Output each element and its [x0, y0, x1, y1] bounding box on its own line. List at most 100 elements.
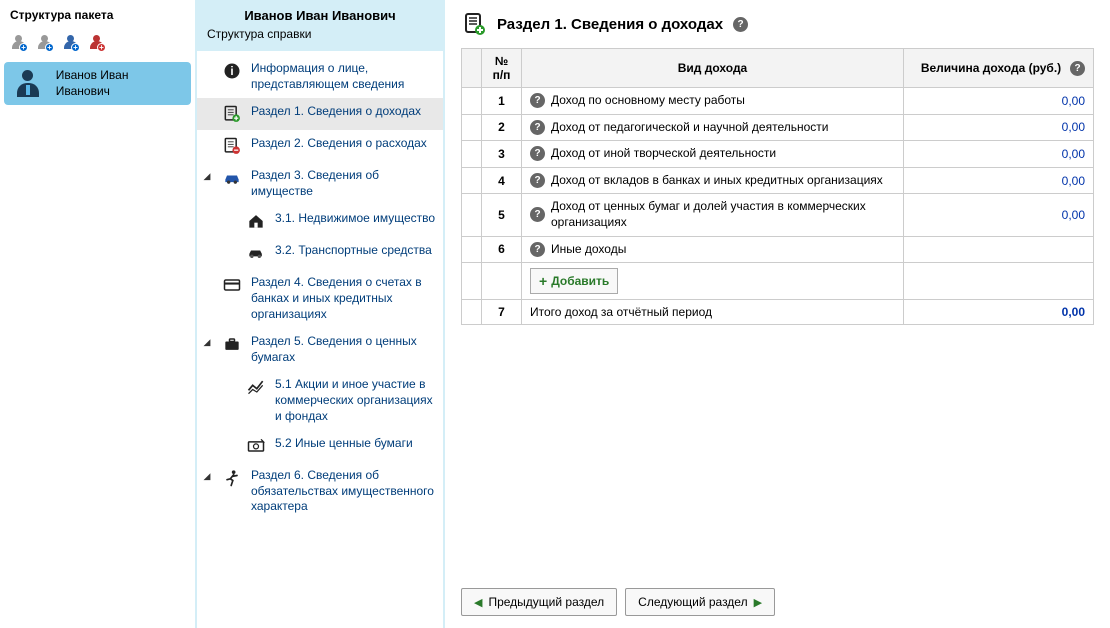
tree-item-label: Раздел 5. Сведения о ценных бумагах: [251, 334, 439, 365]
row-amount[interactable]: 0,00: [904, 167, 1094, 194]
table-row[interactable]: 5?Доход от ценных бумаг и долей участия …: [462, 194, 1094, 236]
tree-arrow-icon: ◢: [201, 334, 213, 348]
row-num: 3: [482, 141, 522, 168]
tree-item-label: Раздел 1. Сведения о доходах: [251, 104, 421, 120]
row-type: ?Иные доходы: [522, 236, 904, 263]
row-check: [462, 236, 482, 263]
row-num: 6: [482, 236, 522, 263]
row-check: [462, 167, 482, 194]
plus-icon: +: [539, 273, 547, 289]
income-table: № п/п Вид дохода Величина дохода (руб.)?…: [461, 48, 1094, 325]
person-item-name: Иванов Иван Иванович: [56, 68, 185, 99]
tree-arrow-icon: ◢: [201, 468, 213, 482]
add-person-red-icon[interactable]: +: [88, 34, 106, 52]
next-section-button[interactable]: Следующий раздел▶: [625, 588, 775, 616]
tree-item-7[interactable]: ◢ Раздел 5. Сведения о ценных бумагах: [197, 328, 443, 371]
row-check: [462, 114, 482, 141]
tree-chart-icon: [245, 377, 267, 397]
table-add-row: +Добавить: [462, 263, 1094, 300]
tree-item-label: 3.2. Транспортные средства: [275, 243, 432, 259]
tree-car2-icon: [245, 243, 267, 263]
table-row[interactable]: 6?Иные доходы: [462, 236, 1094, 263]
row-amount[interactable]: 0,00: [904, 88, 1094, 115]
tree-arrow-icon: [201, 136, 213, 139]
table-row[interactable]: 2?Доход от педагогической и научной деят…: [462, 114, 1094, 141]
tree-item-9[interactable]: 5.2 Иные ценные бумаги: [197, 430, 443, 462]
tree-item-label: Раздел 4. Сведения о счетах в банках и и…: [251, 275, 439, 322]
main-content-panel: Раздел 1. Сведения о доходах ? № п/п Вид…: [445, 0, 1110, 628]
section-help-icon[interactable]: ?: [733, 17, 748, 32]
row-amount[interactable]: 0,00: [904, 194, 1094, 236]
svg-text:i: i: [230, 65, 233, 78]
reference-person-name: Иванов Иван Иванович: [195, 0, 445, 25]
row-num: 2: [482, 114, 522, 141]
row-type: ?Доход от вкладов в банках и иных кредит…: [522, 167, 904, 194]
tree-briefcase-icon: [221, 334, 243, 354]
add-cell: +Добавить: [522, 263, 904, 300]
th-type: Вид дохода: [522, 49, 904, 88]
add-person-blue-icon[interactable]: +: [62, 34, 80, 52]
tree-info-icon: i: [221, 61, 243, 81]
tree-arrow-icon: [225, 211, 237, 214]
add-income-button[interactable]: +Добавить: [530, 268, 618, 294]
tree-item-0[interactable]: iИнформация о лице, представляющем сведе…: [197, 55, 443, 98]
th-num: № п/п: [482, 49, 522, 88]
tree-arrow-icon: [225, 436, 237, 439]
person-item-ivanov[interactable]: Иванов Иван Иванович: [4, 62, 191, 105]
total-num: 7: [482, 300, 522, 325]
add-person-gray-icon[interactable]: +: [10, 34, 28, 52]
tree-doc-plus-icon: [221, 104, 243, 124]
th-amount: Величина дохода (руб.)?: [904, 49, 1094, 88]
row-help-icon[interactable]: ?: [530, 242, 545, 257]
table-row[interactable]: 4?Доход от вкладов в банках и иных креди…: [462, 167, 1094, 194]
row-num: 4: [482, 167, 522, 194]
tree-doc-minus-icon: [221, 136, 243, 156]
table-total-row: 7Итого доход за отчётный период0,00: [462, 300, 1094, 325]
tree-item-6[interactable]: Раздел 4. Сведения о счетах в банках и и…: [197, 269, 443, 328]
reference-tree: iИнформация о лице, представляющем сведе…: [197, 51, 443, 628]
row-type: ?Доход от педагогической и научной деяте…: [522, 114, 904, 141]
table-row[interactable]: 1?Доход по основному месту работы0,00: [462, 88, 1094, 115]
tree-item-label: Раздел 3. Сведения об имуществе: [251, 168, 439, 199]
tree-item-1[interactable]: Раздел 1. Сведения о доходах: [197, 98, 443, 130]
tree-item-8[interactable]: 5.1 Акции и иное участие в коммерческих …: [197, 371, 443, 430]
row-num: 1: [482, 88, 522, 115]
tree-item-label: 5.2 Иные ценные бумаги: [275, 436, 413, 452]
tree-item-10[interactable]: ◢ Раздел 6. Сведения об обязательствах им…: [197, 462, 443, 521]
row-help-icon[interactable]: ?: [530, 146, 545, 161]
tree-item-label: Раздел 6. Сведения об обязательствах иму…: [251, 468, 439, 515]
reference-subtitle: Структура справки: [195, 25, 445, 51]
tree-item-5[interactable]: 3.2. Транспортные средства: [197, 237, 443, 269]
tree-item-3[interactable]: ◢ Раздел 3. Сведения об имуществе: [197, 162, 443, 205]
row-help-icon[interactable]: ?: [530, 207, 545, 222]
row-amount[interactable]: [904, 236, 1094, 263]
total-type: Итого доход за отчётный период: [522, 300, 904, 325]
add-person-gray2-icon[interactable]: +: [36, 34, 54, 52]
row-help-icon[interactable]: ?: [530, 173, 545, 188]
package-structure-title: Структура пакета: [0, 0, 195, 30]
tree-arrow-icon: ◢: [201, 168, 213, 182]
tree-arrow-icon: [201, 104, 213, 107]
total-amount: 0,00: [904, 300, 1094, 325]
package-structure-panel: Структура пакета + + + + Иванов Иван Ива…: [0, 0, 195, 628]
table-row[interactable]: 3?Доход от иной творческой деятельности0…: [462, 141, 1094, 168]
row-check: [462, 88, 482, 115]
section-nav-buttons: ◀Предыдущий раздел Следующий раздел▶: [461, 588, 775, 616]
person-type-icons: + + + +: [0, 30, 195, 60]
tree-arrow-icon: [225, 243, 237, 246]
document-plus-icon: [461, 12, 487, 36]
row-amount[interactable]: 0,00: [904, 141, 1094, 168]
th-check: [462, 49, 482, 88]
tree-item-4[interactable]: 3.1. Недвижимое имущество: [197, 205, 443, 237]
tree-runner-icon: [221, 468, 243, 488]
tree-item-2[interactable]: Раздел 2. Сведения о расходах: [197, 130, 443, 162]
row-num: 5: [482, 194, 522, 236]
row-help-icon[interactable]: ?: [530, 93, 545, 108]
tree-item-label: Раздел 2. Сведения о расходах: [251, 136, 427, 152]
tree-card-icon: [221, 275, 243, 295]
row-amount[interactable]: 0,00: [904, 114, 1094, 141]
amount-help-icon[interactable]: ?: [1070, 61, 1085, 76]
row-check: [462, 141, 482, 168]
prev-section-button[interactable]: ◀Предыдущий раздел: [461, 588, 617, 616]
row-help-icon[interactable]: ?: [530, 120, 545, 135]
